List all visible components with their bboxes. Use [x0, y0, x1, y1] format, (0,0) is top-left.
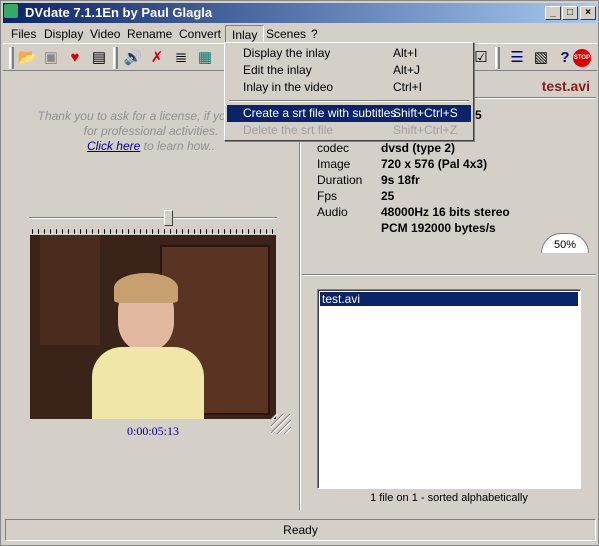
- app-icon: [4, 4, 18, 18]
- video-preview: [30, 235, 276, 419]
- info-row: Image 720 x 576 (Pal 4x3): [317, 157, 487, 171]
- info-value: 720 x 576 (Pal 4x3): [381, 157, 488, 171]
- menu-item-shortcut: Shift+Ctrl+Z: [393, 123, 458, 137]
- info-value: PCM 192000 bytes/s: [381, 221, 496, 235]
- file-list-summary: 1 file on 1 - sorted alphabetically: [370, 492, 528, 504]
- slider-ticks: [32, 229, 276, 234]
- click-here-link[interactable]: Click here: [87, 139, 140, 153]
- info-value: dvsd (type 2): [381, 141, 456, 155]
- properties-icon[interactable]: ▧: [531, 48, 551, 68]
- list-item[interactable]: test.avi: [320, 292, 578, 306]
- info-label: codec: [317, 141, 350, 155]
- help-icon[interactable]: ?: [555, 48, 575, 68]
- paste-icon[interactable]: ▣: [41, 48, 61, 68]
- checkbox-icon[interactable]: ☑: [471, 48, 491, 68]
- info-row: Duration 9s 18fr: [317, 173, 420, 187]
- menu-convert[interactable]: Convert: [173, 25, 227, 43]
- menu-item-label: Display the inlay: [243, 46, 331, 60]
- menu-rename[interactable]: Rename: [121, 25, 178, 43]
- gauge-value: 50%: [553, 239, 577, 251]
- maximize-button[interactable]: □: [562, 6, 578, 20]
- list-lines-icon[interactable]: ≣: [171, 48, 191, 68]
- percent-gauge: 50%: [541, 233, 589, 253]
- child-hair: [114, 273, 178, 303]
- info-row: Fps 25: [317, 189, 394, 203]
- menu-item-delete-srt: Delete the srt file Shift+Ctrl+Z: [227, 122, 471, 139]
- open-folder-icon[interactable]: 📂: [17, 48, 37, 68]
- menu-separator: [229, 100, 469, 102]
- current-filename: test.avi: [541, 78, 590, 94]
- info-label: Image: [317, 157, 351, 171]
- info-row: Audio 48000Hz 16 bits stereo: [317, 205, 510, 219]
- menu-item-label: Create a srt file with subtitles: [243, 106, 397, 120]
- menu-item-shortcut: Shift+Ctrl+S: [393, 106, 458, 120]
- toolbar-grip[interactable]: [495, 47, 500, 69]
- timecode: 0:00:05:13: [126, 424, 179, 438]
- title-bar: DVdate 7.1.1En by Paul Glagla: [3, 3, 597, 23]
- info-label: Fps: [317, 189, 338, 203]
- no-edit-icon[interactable]: ✗: [147, 48, 167, 68]
- menu-item-shortcut: Ctrl+I: [393, 80, 423, 94]
- screen-icon[interactable]: ▦: [195, 48, 215, 68]
- menu-item-label: Delete the srt file: [243, 123, 334, 137]
- divider: [302, 274, 596, 276]
- video-position-track[interactable]: [29, 217, 277, 219]
- info-value: 5: [475, 108, 482, 122]
- menu-inlay[interactable]: Inlay: [225, 25, 265, 43]
- info-list-icon[interactable]: ☰: [507, 48, 527, 68]
- menu-item-shortcut: Alt+J: [393, 63, 421, 77]
- window-title: DVdate 7.1.1En by Paul Glagla: [25, 5, 213, 20]
- status-bar: Ready: [5, 519, 596, 541]
- favorite-folder-icon[interactable]: ♥: [65, 48, 85, 68]
- child-shirt: [92, 347, 204, 419]
- menu-item-label: Edit the inlay: [243, 63, 312, 77]
- info-value: 25: [381, 189, 395, 203]
- menu-help[interactable]: ?: [305, 25, 324, 43]
- main-window: DVdate 7.1.1En by Paul Glagla _ □ × File…: [0, 0, 599, 546]
- minimize-button[interactable]: _: [545, 6, 561, 20]
- video-position-thumb[interactable]: [163, 210, 173, 226]
- info-value: 9s 18fr: [381, 173, 420, 187]
- menu-files[interactable]: Files: [5, 25, 42, 43]
- sound-icon[interactable]: 🔊: [123, 48, 143, 68]
- menu-item-edit-inlay[interactable]: Edit the inlay Alt+J: [227, 62, 471, 79]
- info-label: Duration: [317, 173, 363, 187]
- info-label: Audio: [317, 205, 348, 219]
- menu-bar: Files Display Video Rename Convert Inlay…: [3, 23, 597, 43]
- file-list[interactable]: test.avi: [317, 289, 581, 489]
- toolbar-grip[interactable]: [9, 47, 14, 69]
- comment-icon[interactable]: ▤: [89, 48, 109, 68]
- status-text: Ready: [283, 523, 318, 537]
- menu-item-create-srt[interactable]: Create a srt file with subtitles Shift+Ct…: [227, 105, 471, 122]
- menu-item-inlay-in-video[interactable]: Inlay in the video Ctrl+I: [227, 79, 471, 96]
- info-value: 48000Hz 16 bits stereo: [381, 205, 510, 219]
- close-button[interactable]: ×: [580, 6, 596, 20]
- stop-icon[interactable]: STOP: [573, 49, 591, 67]
- shelf: [40, 235, 100, 345]
- menu-display[interactable]: Display: [38, 25, 89, 43]
- inlay-dropdown-menu: Display the inlay Alt+I Edit the inlay Alt…: [224, 42, 474, 141]
- menu-item-display-inlay[interactable]: Display the inlay Alt+I: [227, 45, 471, 62]
- info-row: codec dvsd (type 2): [317, 141, 455, 155]
- menu-item-shortcut: Alt+I: [393, 46, 418, 60]
- menu-item-label: Inlay in the video: [243, 80, 334, 94]
- license-text: to learn how..: [140, 139, 216, 153]
- toolbar-grip[interactable]: [113, 47, 118, 69]
